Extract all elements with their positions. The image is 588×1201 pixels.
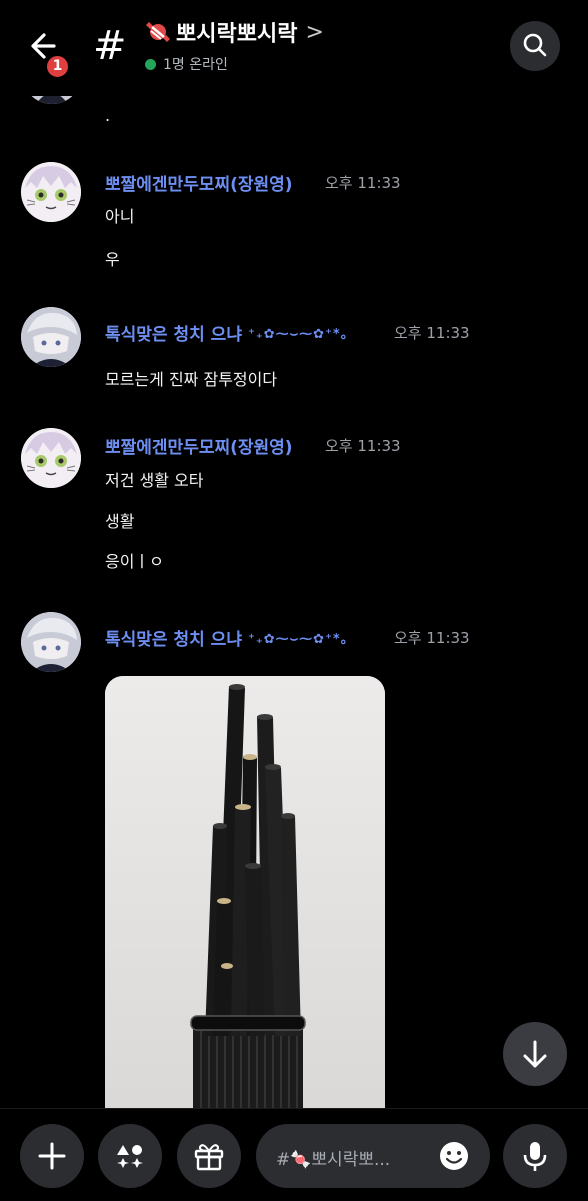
- online-status: 1명 온라인: [145, 54, 228, 74]
- channel-hash-icon: #: [93, 23, 127, 69]
- message-list[interactable]: . 뽀짤에겐만두모찌(장원영) 오후 11:33 아니 우 톡식맞은 청치 으냐…: [0, 0, 588, 1108]
- message-text: 생활: [105, 512, 135, 531]
- apps-button[interactable]: [98, 1124, 162, 1188]
- author-name: 톡식맞은 청치 으냐: [105, 325, 242, 345]
- apps-icon: [117, 1145, 143, 1168]
- unread-badge: 1: [44, 53, 71, 80]
- message-author[interactable]: 톡식맞은 청치 으냐 ⁺₊✿⁓⌣⁓✿⁺*。: [105, 625, 355, 650]
- online-count: 1명 온라인: [163, 57, 228, 73]
- avatar[interactable]: [21, 428, 81, 488]
- chevron-right-icon: >: [305, 19, 324, 45]
- message-text: 모르는게 진짜 잠투정이다: [105, 370, 278, 389]
- voice-message-button[interactable]: [503, 1124, 567, 1188]
- message-input[interactable]: #🍬뽀시락뽀...: [256, 1124, 490, 1188]
- microphone-icon: [523, 1142, 547, 1171]
- message-text: 우: [105, 250, 120, 269]
- message-text: 응이ㅣㅇ: [105, 552, 164, 571]
- message-timestamp: 오후 11:33: [394, 324, 470, 342]
- arrow-down-icon: [523, 1040, 547, 1068]
- avatar[interactable]: [21, 612, 81, 672]
- message-text: 아니: [105, 207, 135, 226]
- message-author[interactable]: 뽀짤에겐만두모찌(장원영): [105, 433, 293, 458]
- gift-button[interactable]: [177, 1124, 241, 1188]
- online-dot: [145, 58, 156, 70]
- image-attachment[interactable]: [105, 676, 385, 1108]
- channel-title[interactable]: 뽀시락뽀시락 >: [144, 16, 324, 48]
- message-timestamp: 오후 11:33: [325, 174, 401, 192]
- author-name: 톡식맞은 청치 으냐: [105, 630, 242, 650]
- add-attachment-button[interactable]: [20, 1124, 84, 1188]
- message-text: 저건 생활 오타: [105, 471, 204, 490]
- plus-icon: [38, 1142, 66, 1170]
- channel-header: 1 # 뽀시락뽀시락 > 1명 온라인: [0, 0, 588, 96]
- message-author[interactable]: 톡식맞은 청치 으냐 ⁺₊✿⁓⌣⁓✿⁺*。: [105, 320, 355, 345]
- jump-to-present-button[interactable]: [503, 1022, 567, 1086]
- author-decoration: ⁺₊✿⁓⌣⁓✿⁺*。: [247, 327, 355, 342]
- search-button[interactable]: [510, 21, 560, 71]
- emoji-button[interactable]: [436, 1138, 472, 1174]
- message-timestamp: 오후 11:33: [394, 629, 470, 647]
- avatar[interactable]: [21, 307, 81, 367]
- message-author[interactable]: 뽀짤에겐만두모찌(장원영): [105, 170, 293, 195]
- channel-name: 뽀시락뽀시락: [176, 22, 298, 47]
- avatar[interactable]: [21, 162, 81, 222]
- emoji-icon: [440, 1142, 468, 1170]
- search-icon: [523, 33, 547, 57]
- message-text: .: [105, 106, 111, 125]
- message-composer: #🍬뽀시락뽀...: [0, 1108, 588, 1201]
- gift-icon: [194, 1144, 224, 1171]
- message-timestamp: 오후 11:33: [325, 437, 401, 455]
- message-input-placeholder: #🍬뽀시락뽀...: [276, 1150, 391, 1170]
- author-decoration: ⁺₊✿⁓⌣⁓✿⁺*。: [247, 632, 355, 647]
- candy-icon: [146, 22, 170, 42]
